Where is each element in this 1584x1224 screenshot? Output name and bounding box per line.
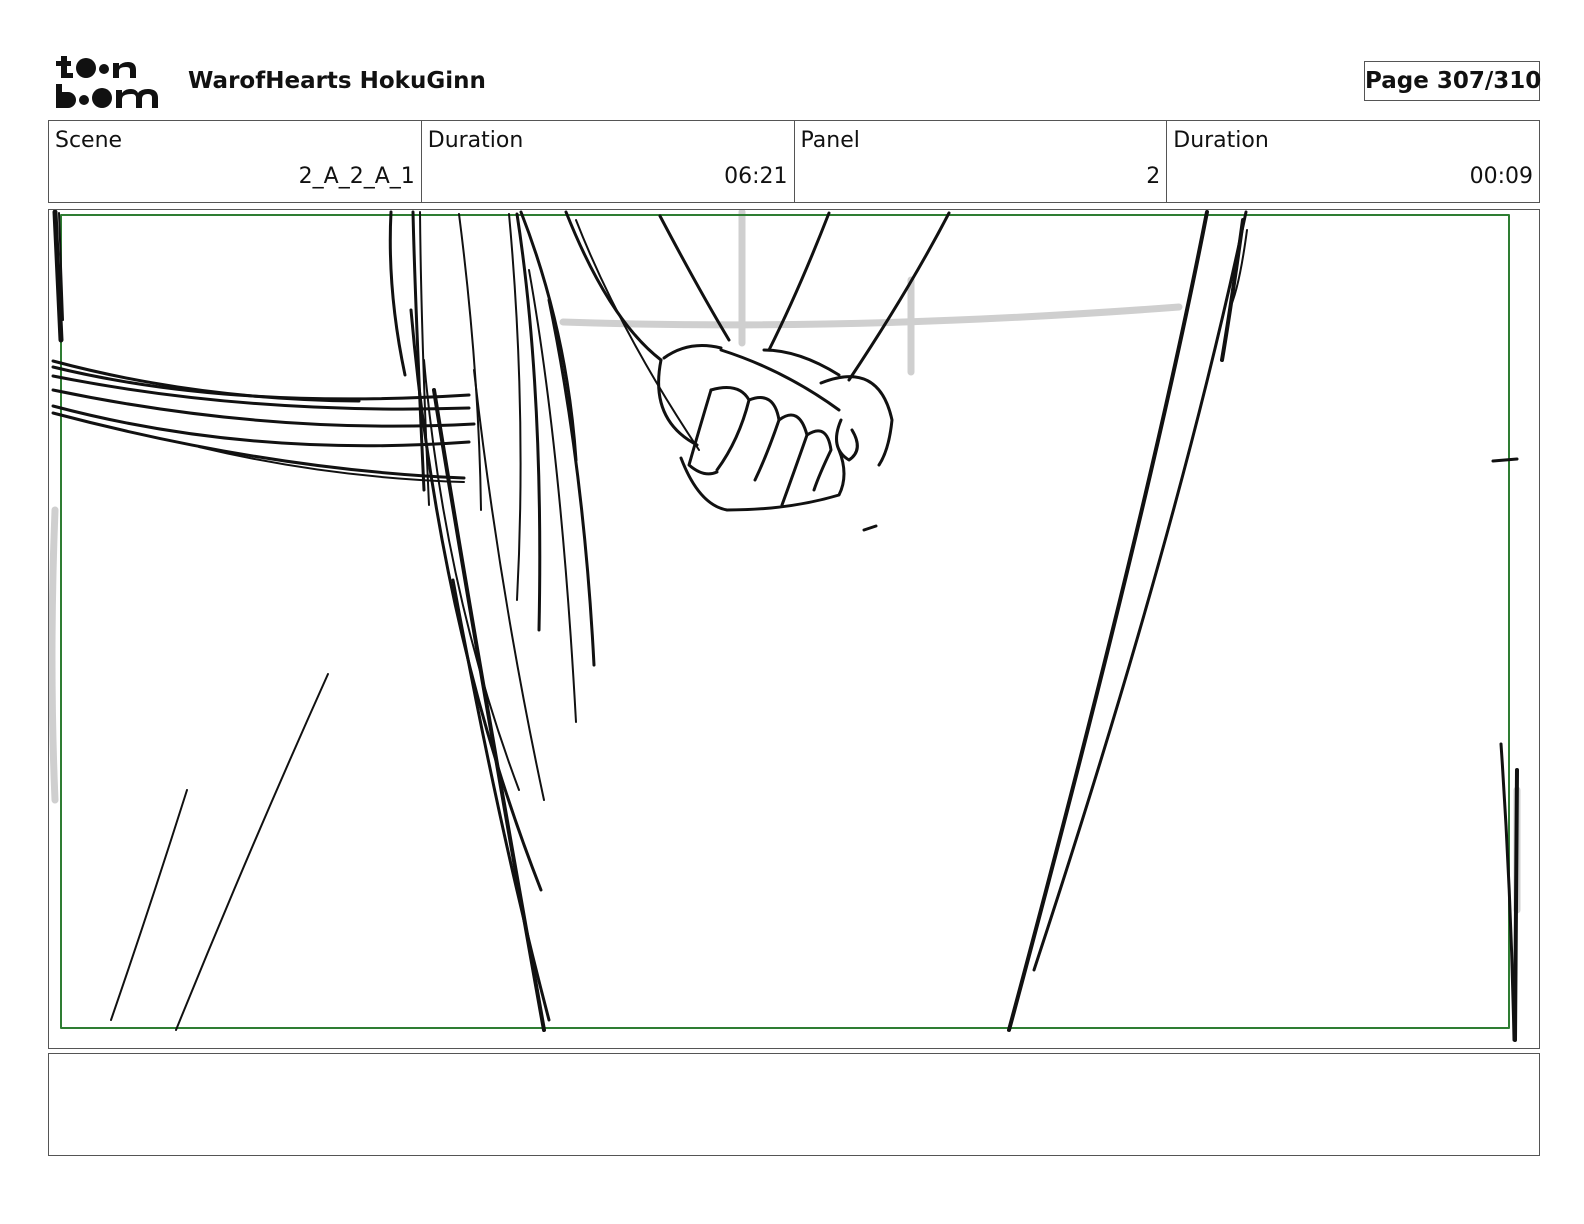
panel-cell: Panel 2 bbox=[795, 121, 1168, 202]
project-title: WarofHearts HokuGinn bbox=[188, 68, 486, 94]
panel-duration-cell: Duration 00:09 bbox=[1167, 121, 1539, 202]
panel-label: Panel bbox=[800, 128, 860, 153]
panel-image-frame bbox=[48, 209, 1540, 1049]
scene-duration-value: 06:21 bbox=[724, 164, 788, 189]
panel-duration-label: Duration bbox=[1173, 128, 1269, 153]
safe-frame bbox=[60, 214, 1510, 1029]
scene-value: 2_A_2_A_1 bbox=[298, 164, 415, 189]
panel-duration-value: 00:09 bbox=[1469, 164, 1533, 189]
panel-value: 2 bbox=[1146, 164, 1161, 189]
panel-info-table: Scene 2_A_2_A_1 Duration 06:21 Panel 2 D… bbox=[48, 120, 1540, 203]
storyboard-sketch bbox=[49, 210, 1521, 1042]
toonboom-logo bbox=[56, 56, 158, 108]
sketch-lines bbox=[51, 210, 1519, 1042]
panel-notes-box bbox=[48, 1053, 1540, 1156]
scene-duration-cell: Duration 06:21 bbox=[422, 121, 795, 202]
page-indicator: Page 307/310 bbox=[1364, 61, 1541, 101]
scene-label: Scene bbox=[55, 128, 123, 153]
scene-duration-label: Duration bbox=[427, 128, 524, 153]
scene-cell: Scene 2_A_2_A_1 bbox=[49, 121, 422, 202]
